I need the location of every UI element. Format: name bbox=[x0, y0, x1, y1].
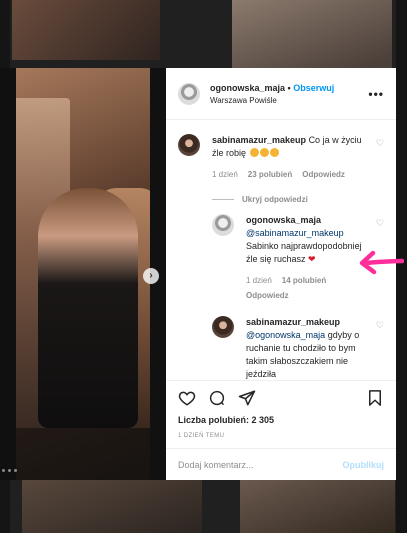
photo-door-frame bbox=[0, 68, 16, 480]
comment-item: sabinamazur_makeup Co ja w życiu źle rob… bbox=[178, 134, 384, 181]
comment-time[interactable]: 1 dzień bbox=[212, 168, 238, 181]
hide-replies-toggle[interactable]: Ukryj odpowiedzi bbox=[212, 195, 384, 204]
author-avatar[interactable] bbox=[178, 82, 200, 105]
reply-text: Sabinko najprawdopodobniej źle się rucha… bbox=[246, 241, 362, 264]
reply-mention[interactable]: @sabinamazur_makeup bbox=[246, 228, 344, 238]
red-heart-emoji-icon: ❤ bbox=[308, 254, 316, 264]
comment-meta: 1 dzień 23 polubień Odpowiedz bbox=[212, 168, 366, 181]
reply-author-avatar[interactable] bbox=[212, 316, 234, 338]
comment-bubble-icon[interactable] bbox=[208, 389, 226, 412]
like-comment-heart-icon[interactable]: ♡ bbox=[376, 138, 384, 149]
post-actions: Liczba polubień: 2 305 1 DZIEŃ TEMU bbox=[166, 380, 396, 448]
background-post-thumbnail bbox=[240, 478, 395, 533]
post-date[interactable]: 1 DZIEŃ TEMU bbox=[178, 433, 384, 439]
reply-meta: 1 dzień 14 polubień bbox=[246, 274, 366, 287]
carousel-dots bbox=[2, 469, 17, 472]
background-post-thumbnail bbox=[12, 0, 160, 60]
comment-likes[interactable]: 23 polubień bbox=[248, 168, 292, 181]
add-comment-bar: Opublikuj bbox=[166, 448, 396, 480]
separator-dot: • bbox=[287, 82, 291, 93]
reply-mention[interactable]: @ogonowska_maja bbox=[246, 330, 325, 340]
like-comment-heart-icon[interactable]: ♡ bbox=[376, 320, 384, 331]
like-comment-heart-icon[interactable]: ♡ bbox=[376, 218, 384, 229]
bookmark-icon[interactable] bbox=[366, 389, 384, 412]
reply-username[interactable]: ogonowska_maja bbox=[246, 215, 321, 225]
author-username[interactable]: ogonowska_maja bbox=[210, 83, 285, 93]
comment-username[interactable]: sabinamazur_makeup bbox=[212, 135, 306, 145]
pink-arrow-annotation-icon bbox=[359, 250, 404, 275]
like-heart-icon[interactable] bbox=[178, 389, 196, 412]
reply-likes[interactable]: 14 polubień bbox=[282, 274, 326, 287]
post-photo[interactable]: › bbox=[0, 68, 166, 480]
comment-input[interactable] bbox=[178, 459, 343, 470]
follow-button[interactable]: Obserwuj bbox=[293, 83, 334, 93]
publish-button[interactable]: Opublikuj bbox=[343, 460, 385, 470]
post-location[interactable]: Warszawa Powiśle bbox=[210, 96, 368, 105]
commenter-avatar[interactable] bbox=[178, 134, 200, 156]
hide-replies-label[interactable]: Ukryj odpowiedzi bbox=[242, 195, 308, 204]
replies-divider-line bbox=[212, 199, 234, 200]
share-paper-plane-icon[interactable] bbox=[238, 389, 256, 412]
more-options-icon[interactable]: ••• bbox=[368, 87, 384, 101]
reply-button[interactable]: Odpowiedz bbox=[246, 289, 289, 302]
monkey-emoji-icon bbox=[249, 148, 279, 158]
next-photo-arrow-icon[interactable]: › bbox=[143, 268, 159, 284]
reply-author-avatar[interactable] bbox=[212, 214, 234, 236]
reply-username[interactable]: sabinamazur_makeup bbox=[246, 317, 340, 327]
reply-button[interactable]: Odpowiedz bbox=[302, 168, 345, 181]
action-icons-row bbox=[178, 389, 384, 411]
photo-person bbox=[38, 188, 138, 428]
post-header: ogonowska_maja • Obserwuj Warszawa Powiś… bbox=[166, 68, 396, 120]
reply-time[interactable]: 1 dzień bbox=[246, 274, 272, 287]
author-info: ogonowska_maja • Obserwuj Warszawa Powiś… bbox=[210, 83, 368, 105]
likes-count[interactable]: Liczba polubień: 2 305 bbox=[178, 415, 384, 425]
reply-item: sabinamazur_makeup @ogonowska_maja gdyby… bbox=[212, 316, 384, 380]
reply-meta-row2: Odpowiedz bbox=[246, 289, 366, 302]
